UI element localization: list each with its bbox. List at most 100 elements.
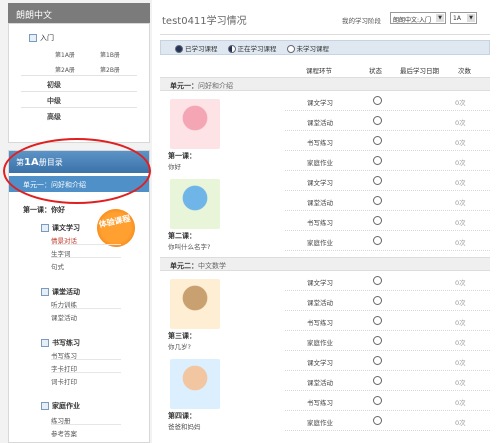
book-select[interactable]: 1A ▼ bbox=[450, 12, 477, 24]
step-link[interactable]: 课文学习 bbox=[307, 97, 333, 107]
step-link[interactable]: 家庭作业 bbox=[307, 237, 333, 247]
step-row: 家庭作业 0次 bbox=[285, 411, 490, 431]
step-row: 课堂活动 0次 bbox=[285, 191, 490, 211]
homework-icon bbox=[41, 402, 49, 410]
step-row: 课文学习 0次 bbox=[285, 351, 490, 371]
unit-row: 单元一：问好和介绍 bbox=[160, 77, 490, 91]
item-word-cards[interactable]: 词卡打印 bbox=[51, 376, 77, 386]
lesson-subtitle: 你几岁? bbox=[168, 343, 191, 351]
step-row: 书写练习 0次 bbox=[285, 391, 490, 411]
times-count: 0次 bbox=[455, 319, 466, 327]
step-link[interactable]: 课堂活动 bbox=[307, 117, 333, 127]
stage-select[interactable]: 朗朗中文:入门 ▼ bbox=[390, 12, 446, 24]
nav-level-intermediate[interactable]: 中级 bbox=[47, 96, 61, 106]
status-icon bbox=[373, 356, 382, 365]
unit-row: 单元二：中文数学 bbox=[160, 257, 490, 271]
step-row: 课文学习 0次 bbox=[285, 271, 490, 291]
book-list: 第1A册 第1B册 第2A册 第2B册 bbox=[55, 50, 145, 74]
lesson-illustration[interactable] bbox=[170, 279, 220, 329]
divider bbox=[21, 91, 137, 92]
step-link[interactable]: 书写练习 bbox=[307, 217, 333, 227]
nav-book-2a[interactable]: 第2A册 bbox=[55, 65, 100, 74]
done-icon bbox=[175, 44, 183, 53]
status-icon bbox=[373, 136, 382, 145]
stage-label: 我的学习阶段 bbox=[342, 17, 381, 25]
section-text-study[interactable]: 课文学习 bbox=[41, 223, 80, 233]
chevron-down-icon: ▼ bbox=[467, 14, 475, 22]
nav-level-beginner[interactable]: 初级 bbox=[47, 80, 61, 90]
lesson-illustration[interactable] bbox=[170, 359, 220, 409]
level-nav: 入门 第1A册 第1B册 第2A册 第2B册 初级 中级 高级 bbox=[8, 23, 150, 143]
col-status: 状态 bbox=[369, 67, 382, 75]
nav-rumen[interactable]: 入门 bbox=[29, 33, 54, 43]
step-row: 书写练习 0次 bbox=[285, 311, 490, 331]
activity-icon bbox=[41, 288, 49, 296]
step-row: 课堂活动 0次 bbox=[285, 291, 490, 311]
status-icon bbox=[373, 276, 382, 285]
step-row: 课堂活动 0次 bbox=[285, 371, 490, 391]
divider bbox=[51, 257, 121, 258]
status-icon bbox=[373, 176, 382, 185]
item-answers[interactable]: 参考答案 bbox=[51, 428, 77, 438]
brand-title: 朗朗中文 bbox=[8, 3, 150, 23]
col-last-date: 最后学习日期 bbox=[400, 67, 439, 75]
nav-level-advanced[interactable]: 高级 bbox=[47, 112, 61, 122]
step-link[interactable]: 课文学习 bbox=[307, 277, 333, 287]
divider bbox=[21, 107, 137, 108]
section-class-activity[interactable]: 课堂活动 bbox=[41, 287, 80, 297]
status-icon bbox=[373, 336, 382, 345]
nav-book-1b[interactable]: 第1B册 bbox=[100, 50, 145, 59]
times-count: 0次 bbox=[455, 119, 466, 127]
lesson-illustration[interactable] bbox=[170, 99, 220, 149]
lesson-name[interactable]: 第四课： bbox=[168, 411, 196, 421]
divider bbox=[51, 244, 121, 245]
item-sentence[interactable]: 句式 bbox=[51, 261, 64, 271]
step-row: 课堂活动 0次 bbox=[285, 111, 490, 131]
times-count: 0次 bbox=[455, 379, 466, 387]
nav-book-1a[interactable]: 第1A册 bbox=[55, 50, 100, 59]
step-link[interactable]: 书写练习 bbox=[307, 137, 333, 147]
step-link[interactable]: 书写练习 bbox=[307, 317, 333, 327]
divider bbox=[51, 308, 121, 309]
lesson-subtitle: 你叫什么名字? bbox=[168, 243, 211, 251]
times-count: 0次 bbox=[455, 339, 466, 347]
item-activity[interactable]: 课堂活动 bbox=[51, 312, 77, 322]
step-link[interactable]: 课堂活动 bbox=[307, 197, 333, 207]
step-row: 书写练习 0次 bbox=[285, 131, 490, 151]
times-count: 0次 bbox=[455, 179, 466, 187]
step-link[interactable]: 家庭作业 bbox=[307, 157, 333, 167]
step-link[interactable]: 家庭作业 bbox=[307, 417, 333, 427]
col-step: 课程环节 bbox=[306, 67, 332, 75]
lesson-name[interactable]: 第三课： bbox=[168, 331, 196, 341]
step-link[interactable]: 课文学习 bbox=[307, 177, 333, 187]
section-writing[interactable]: 书写练习 bbox=[41, 338, 80, 348]
step-link[interactable]: 课堂活动 bbox=[307, 297, 333, 307]
step-row: 家庭作业 0次 bbox=[285, 151, 490, 171]
section-homework[interactable]: 家庭作业 bbox=[41, 401, 80, 411]
lesson-illustration[interactable] bbox=[170, 179, 220, 229]
times-count: 0次 bbox=[455, 359, 466, 367]
step-link[interactable]: 家庭作业 bbox=[307, 337, 333, 347]
main-panel: test0411学习情况 我的学习阶段 朗朗中文:入门 ▼ 1A ▼ 已学习课程 正… bbox=[152, 0, 500, 443]
divider bbox=[160, 34, 490, 35]
status-legend: 已学习课程 正在学习课程 未学习课程 bbox=[160, 40, 490, 55]
status-icon bbox=[373, 196, 382, 205]
step-row: 家庭作业 0次 bbox=[285, 331, 490, 351]
lesson-name[interactable]: 第二课： bbox=[168, 231, 196, 241]
status-icon bbox=[373, 396, 382, 405]
book-icon bbox=[29, 34, 37, 42]
legend-todo: 未学习课程 bbox=[286, 43, 329, 53]
lesson-name[interactable]: 第一课： bbox=[168, 151, 196, 161]
step-link[interactable]: 课文学习 bbox=[307, 357, 333, 367]
lesson-subtitle: 你好 bbox=[168, 163, 181, 171]
lesson-one-title[interactable]: 第一课：你好 bbox=[23, 205, 65, 215]
step-row: 课文学习 0次 bbox=[285, 171, 490, 191]
nav-book-2b[interactable]: 第2B册 bbox=[100, 65, 145, 74]
step-link[interactable]: 课堂活动 bbox=[307, 377, 333, 387]
step-row: 书写练习 0次 bbox=[285, 211, 490, 231]
step-link[interactable]: 书写练习 bbox=[307, 397, 333, 407]
step-row: 家庭作业 0次 bbox=[285, 231, 490, 251]
lesson-subtitle: 爸爸和妈妈 bbox=[168, 423, 201, 431]
divider bbox=[51, 424, 121, 425]
step-row: 课文学习 0次 bbox=[285, 91, 490, 111]
